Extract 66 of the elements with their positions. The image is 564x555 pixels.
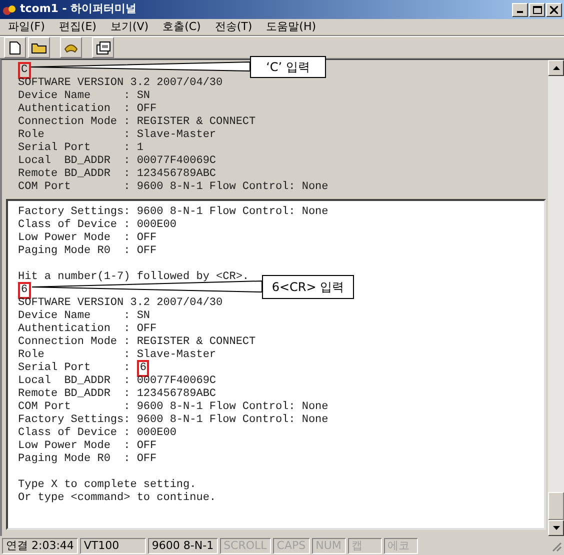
- scroll-up-button[interactable]: [548, 60, 564, 76]
- menu-item[interactable]: 도움말(H): [266, 18, 316, 36]
- resize-grip-icon: [550, 540, 562, 552]
- open-folder-button[interactable]: [28, 37, 50, 58]
- maximize-icon: [532, 6, 542, 14]
- terminal-text: Remote BD_ADDR : 123456789ABC: [18, 168, 216, 181]
- menu-item[interactable]: 파일(F): [8, 18, 45, 36]
- terminal-text: COM Port : 9600 8-N-1 Flow Control: None: [18, 401, 328, 414]
- terminal-text: Serial Port :: [18, 362, 132, 375]
- scrollbar[interactable]: [548, 60, 564, 536]
- status-pane: VT100: [80, 538, 146, 554]
- callout: ‘C’ 입력: [250, 56, 326, 78]
- properties-button[interactable]: [92, 37, 114, 58]
- terminal-text: COM Port : 9600 8-N-1 Flow Control: None: [18, 181, 328, 194]
- terminal-text: Device Name : SN: [18, 310, 150, 323]
- terminal-text: Paging Mode R0 : OFF: [18, 245, 157, 258]
- new-file-button[interactable]: [4, 37, 26, 58]
- minimize-button[interactable]: [512, 2, 528, 16]
- window-title: tcom1 - 하이퍼터미널: [20, 1, 137, 18]
- terminal-screen[interactable]: [6, 199, 546, 530]
- terminal-text: Remote BD_ADDR : 123456789ABC: [18, 388, 216, 401]
- terminal-text: SOFTWARE VERSION 3.2 2007/04/30: [18, 77, 223, 90]
- scroll-thumb[interactable]: [548, 492, 564, 520]
- terminal-text: Authentication : OFF: [18, 103, 157, 116]
- terminal-text: Low Power Mode : OFF: [18, 440, 157, 453]
- terminal-text: Factory Settings: 9600 8-N-1 Flow Control: None: [18, 414, 328, 427]
- status-pane: 연결 2:03:44: [2, 538, 78, 554]
- terminal-text: Factory Settings: 9600 8-N-1 Flow Control: None: [18, 206, 328, 219]
- input-highlight: 6: [136, 360, 150, 377]
- terminal-text: Paging Mode R0 : OFF: [18, 453, 157, 466]
- close-button[interactable]: [546, 2, 562, 16]
- document-icon: [9, 40, 21, 54]
- down-arrow-icon: [552, 526, 560, 530]
- terminal-text: Device Name : SN: [18, 90, 150, 103]
- input-highlight: 6: [18, 282, 31, 299]
- terminal-text: Type X to complete setting.: [18, 479, 196, 492]
- phone-button[interactable]: [60, 37, 82, 58]
- terminal-text: Role : Slave-Master: [18, 349, 216, 362]
- scroll-down-button[interactable]: [548, 520, 564, 536]
- terminal-text: SOFTWARE VERSION 3.2 2007/04/30: [18, 297, 223, 310]
- terminal-text: Low Power Mode : OFF: [18, 232, 157, 245]
- callout: 6<CR> 입력: [262, 275, 354, 299]
- phone-app-icon: [2, 2, 17, 16]
- terminal-text: Connection Mode : REGISTER & CONNECT: [18, 116, 256, 129]
- terminal-text: Class of Device : 000E00: [18, 427, 176, 440]
- input-highlight: C: [18, 62, 31, 79]
- properties-icon: [96, 40, 110, 54]
- maximize-button[interactable]: [529, 2, 545, 16]
- terminal-text: Local BD_ADDR : 00077F40069C: [18, 155, 216, 168]
- close-icon: [550, 6, 558, 14]
- terminal-text: Authentication : OFF: [18, 323, 157, 336]
- menu-item[interactable]: 편집(E): [58, 18, 96, 36]
- folder-icon: [31, 41, 47, 54]
- terminal-text: Serial Port : 1: [18, 142, 144, 155]
- menu-item[interactable]: 전송(T): [214, 18, 252, 36]
- terminal-text: Hit a number(1-7) followed by <CR>.: [18, 271, 250, 284]
- menu-item[interactable]: 호출(C): [162, 18, 201, 36]
- up-arrow-icon: [552, 66, 560, 70]
- terminal-text: Role : Slave-Master: [18, 129, 216, 142]
- terminal-text: Or type <command> to continue.: [18, 492, 216, 505]
- status-pane: 9600 8-N-1: [148, 538, 218, 554]
- terminal-text: Connection Mode : REGISTER & CONNECT: [18, 336, 256, 349]
- menu-item[interactable]: 보기(V): [110, 18, 149, 36]
- minimize-icon: [517, 11, 523, 13]
- terminal-text: Local BD_ADDR : 00077F40069C: [18, 375, 216, 388]
- terminal-text: Class of Device : 000E00: [18, 219, 176, 232]
